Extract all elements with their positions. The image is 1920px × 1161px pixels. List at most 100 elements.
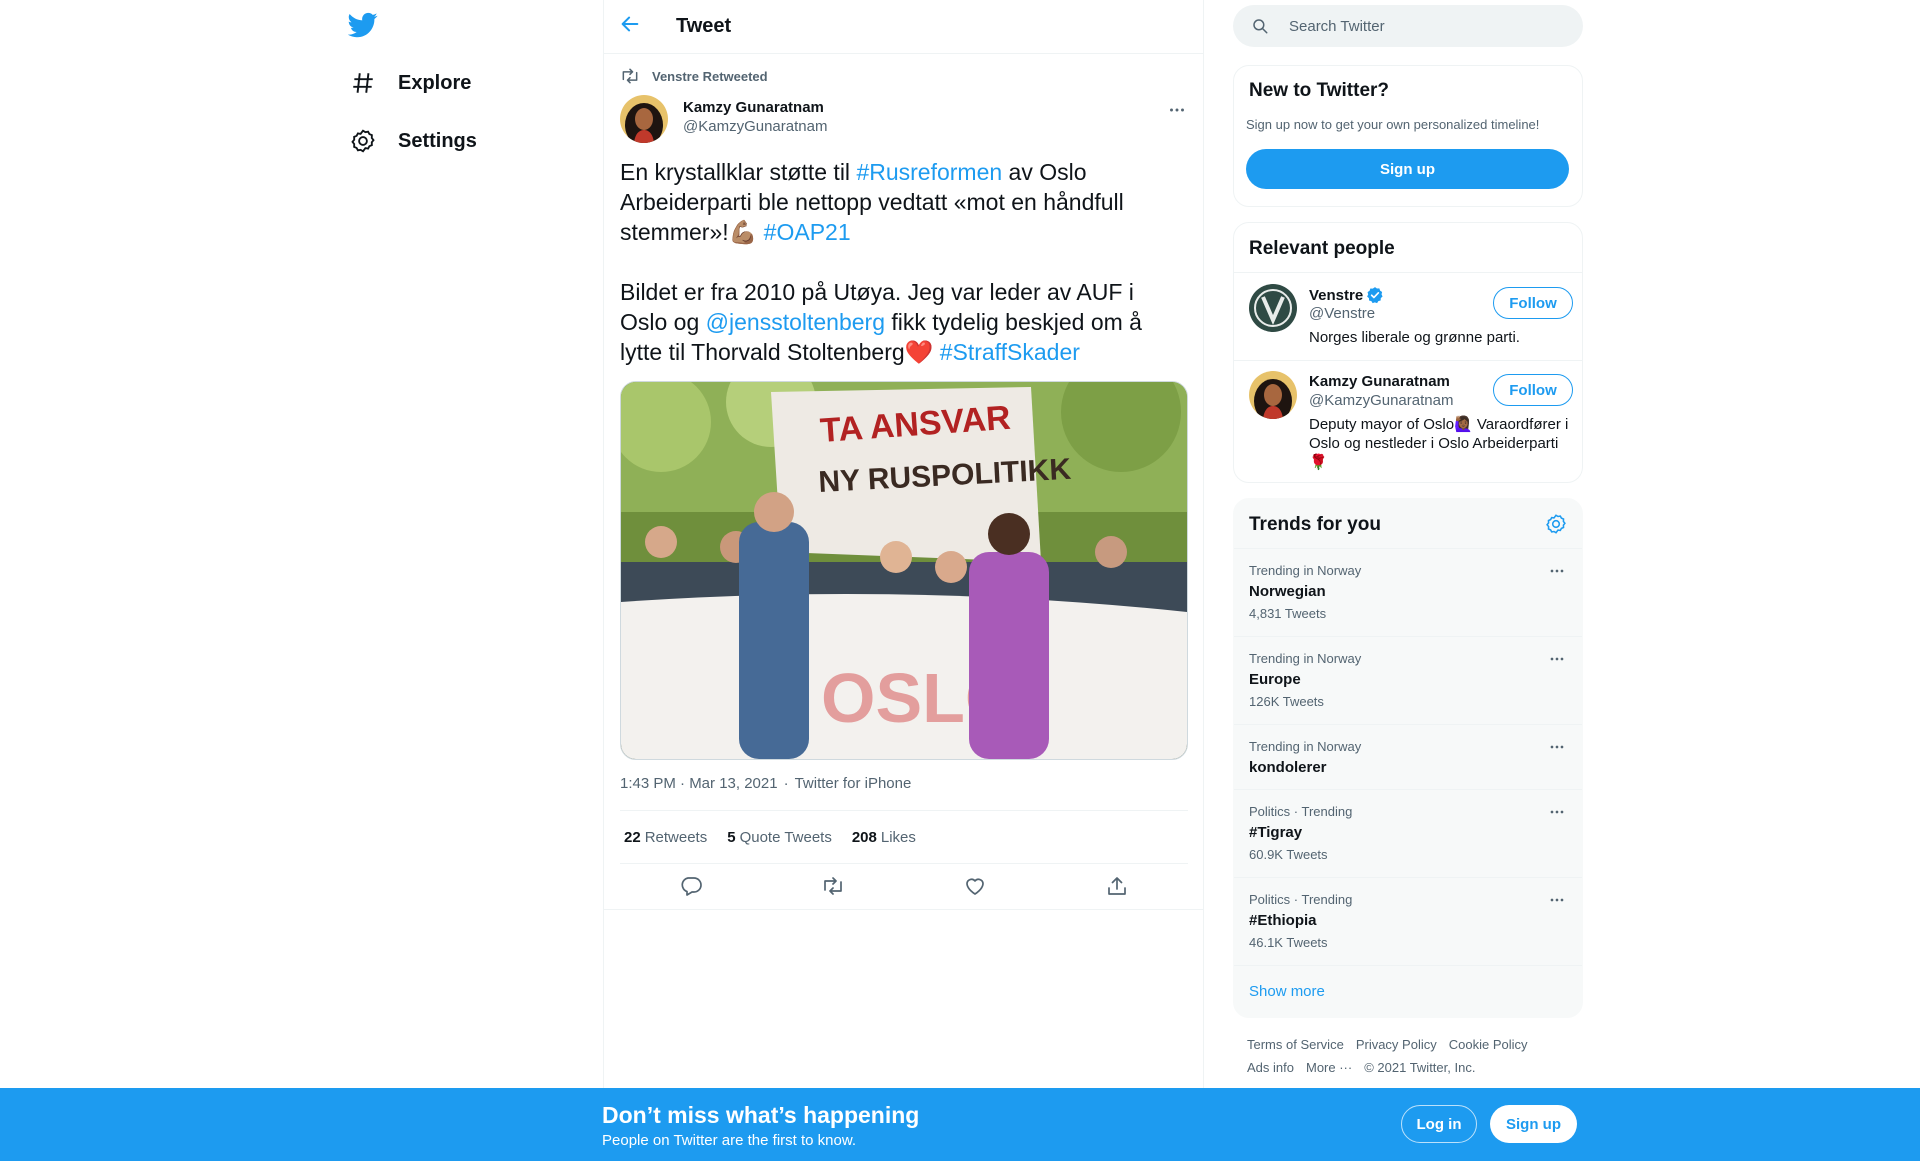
nav-settings-label: Settings [398, 129, 477, 152]
show-more-link[interactable]: Show more [1249, 983, 1325, 1000]
person-name-text: Kamzy Gunaratnam [1309, 373, 1450, 390]
relevant-people-title: Relevant people [1249, 238, 1395, 259]
trend-item[interactable]: Trending in Norway kondolerer [1234, 724, 1582, 790]
person-handle: @KamzyGunaratnam [1309, 392, 1454, 409]
new-to-twitter-title: New to Twitter? [1249, 80, 1390, 101]
signup-prompt-subtitle: People on Twitter are the first to know. [602, 1132, 857, 1149]
author-handle[interactable]: @KamzyGunaratnam [683, 118, 827, 135]
trend-name: #Ethiopia [1249, 912, 1317, 929]
tweet-source[interactable]: Twitter for iPhone [795, 775, 912, 792]
trend-name: kondolerer [1249, 759, 1327, 776]
person-bio: Deputy mayor of Oslo🙋🏾‍♀️ Varaordfører i… [1309, 416, 1569, 471]
trend-context: Trending in Norway [1249, 651, 1362, 666]
trend-context: Politics · Trending [1249, 804, 1353, 819]
tweet-timestamp[interactable]: 1:43 PM · Mar 13, 2021 [620, 775, 778, 792]
gear-icon [351, 129, 375, 153]
quote-tweets-stat[interactable]: 5 Quote Tweets [727, 829, 832, 846]
more-options-icon[interactable] [1547, 802, 1567, 822]
sign-up-button[interactable]: Sign up [1490, 1105, 1577, 1143]
author-name[interactable]: Kamzy Gunaratnam [683, 99, 824, 116]
retweet-icon[interactable] [821, 874, 845, 898]
author-avatar[interactable] [620, 95, 668, 143]
trends-card: Trends for you Trending in Norway Norweg… [1233, 498, 1583, 1018]
footer-link-more[interactable]: More ··· [1306, 1060, 1352, 1075]
footer-link-terms[interactable]: Terms of Service [1247, 1037, 1344, 1052]
relevant-people-card: Relevant people Venstre @Venstre Norges … [1233, 222, 1583, 483]
tweet-photo[interactable]: TA ANSVAR NY RUSPOLITIKK OSLO [620, 381, 1188, 760]
main-column: Tweet Venstre Retweeted Kamzy Gunaratnam… [603, 0, 1204, 1161]
more-options-icon[interactable] [1547, 561, 1567, 581]
trend-item[interactable]: Trending in Norway Europe 126K Tweets [1234, 636, 1582, 725]
likes-count: 208 [851, 828, 877, 846]
retweet-context-label[interactable]: Venstre Retweeted [652, 69, 768, 84]
trend-count: 46.1K Tweets [1249, 935, 1328, 950]
nav-explore[interactable]: Explore [350, 59, 471, 107]
hashtag-link[interactable]: #Rusreformen [856, 159, 1002, 185]
retweet-icon [622, 68, 638, 84]
log-in-button[interactable]: Log in [1401, 1105, 1477, 1143]
more-options-icon[interactable] [1547, 737, 1567, 757]
tweet-author: Kamzy Gunaratnam @KamzyGunaratnam [620, 95, 1190, 145]
signup-prompt-bar: Don’t miss what’s happening People on Tw… [0, 1088, 1920, 1161]
sign-up-button[interactable]: Sign up [1246, 149, 1569, 189]
trend-name: Europe [1249, 671, 1301, 688]
follow-button[interactable]: Follow [1493, 374, 1573, 406]
trend-count: 4,831 Tweets [1249, 606, 1327, 621]
search-box [1233, 5, 1583, 47]
arrow-left-icon[interactable] [619, 13, 645, 39]
verified-badge-icon [1367, 287, 1383, 304]
trend-item[interactable]: Politics · Trending #Ethiopia 46.1K Twee… [1234, 877, 1582, 966]
person-venstre[interactable]: Venstre @Venstre Norges liberale og grøn… [1249, 284, 1573, 354]
trend-name: Norwegian [1249, 583, 1326, 600]
reply-icon[interactable] [679, 874, 703, 898]
trend-item[interactable]: Trending in Norway Norwegian 4,831 Tweet… [1234, 548, 1582, 637]
hashtag-link[interactable]: #OAP21 [764, 219, 851, 245]
avatar[interactable] [1249, 371, 1297, 419]
share-icon[interactable] [1105, 874, 1129, 898]
more-options-icon[interactable] [1166, 99, 1188, 121]
search-input[interactable] [1287, 16, 1551, 36]
follow-button[interactable]: Follow [1493, 287, 1573, 319]
more-options-icon[interactable] [1547, 649, 1567, 669]
twitter-bird-icon[interactable] [347, 10, 382, 42]
main-header: Tweet [604, 0, 1203, 54]
person-kamzy[interactable]: Kamzy Gunaratnam @KamzyGunaratnam Deputy… [1249, 371, 1573, 471]
likes-stat[interactable]: 208 Likes [852, 829, 916, 846]
mention-link[interactable]: @jensstoltenberg [706, 309, 885, 335]
tweet-actions [620, 863, 1188, 909]
footer-link-cookie[interactable]: Cookie Policy [1449, 1037, 1528, 1052]
quote-tweets-label: Quote Tweets [739, 828, 832, 846]
nav-settings[interactable]: Settings [350, 117, 477, 165]
heart-emoji: ❤️ [904, 339, 934, 365]
more-options-icon[interactable] [1547, 890, 1567, 910]
tweet-stats: 22 Retweets 5 Quote Tweets 208 Likes [620, 810, 1188, 864]
footer-links: Terms of Service Privacy Policy Cookie Pol… [1247, 1033, 1577, 1079]
trends-title: Trends for you [1249, 514, 1381, 535]
retweets-stat[interactable]: 22 Retweets [624, 829, 707, 846]
retweets-count: 22 [624, 828, 641, 846]
trend-item[interactable]: Politics · Trending #Tigray 60.9K Tweets [1234, 789, 1582, 878]
hashtag-link[interactable]: #StraffSkader [940, 339, 1080, 365]
hashtag-icon [353, 73, 373, 93]
page-title: Tweet [676, 15, 732, 37]
trend-context: Trending in Norway [1249, 739, 1362, 754]
new-to-twitter-card: New to Twitter? Sign up now to get your … [1233, 65, 1583, 207]
nav-explore-label: Explore [398, 71, 472, 94]
tweet-meta: 1:43 PM · Mar 13, 2021 · Twitter for iPhon… [620, 775, 911, 792]
footer-link-privacy[interactable]: Privacy Policy [1356, 1037, 1437, 1052]
meta-separator: · [783, 775, 789, 792]
person-name: Venstre [1309, 286, 1384, 304]
footer-link-ads[interactable]: Ads info [1247, 1060, 1294, 1075]
trend-context: Politics · Trending [1249, 892, 1353, 907]
like-icon[interactable] [963, 874, 987, 898]
retweets-label: Retweets [644, 828, 708, 846]
likes-label: Likes [880, 828, 916, 846]
gear-icon[interactable] [1545, 513, 1567, 535]
divider [1234, 965, 1582, 966]
search-icon [1253, 19, 1268, 34]
quote-tweets-count: 5 [727, 828, 736, 846]
avatar[interactable] [1249, 284, 1297, 332]
divider [1234, 272, 1582, 273]
new-to-twitter-description: Sign up now to get your own personalized… [1246, 117, 1540, 132]
retweet-context: Venstre Retweeted [620, 66, 768, 86]
